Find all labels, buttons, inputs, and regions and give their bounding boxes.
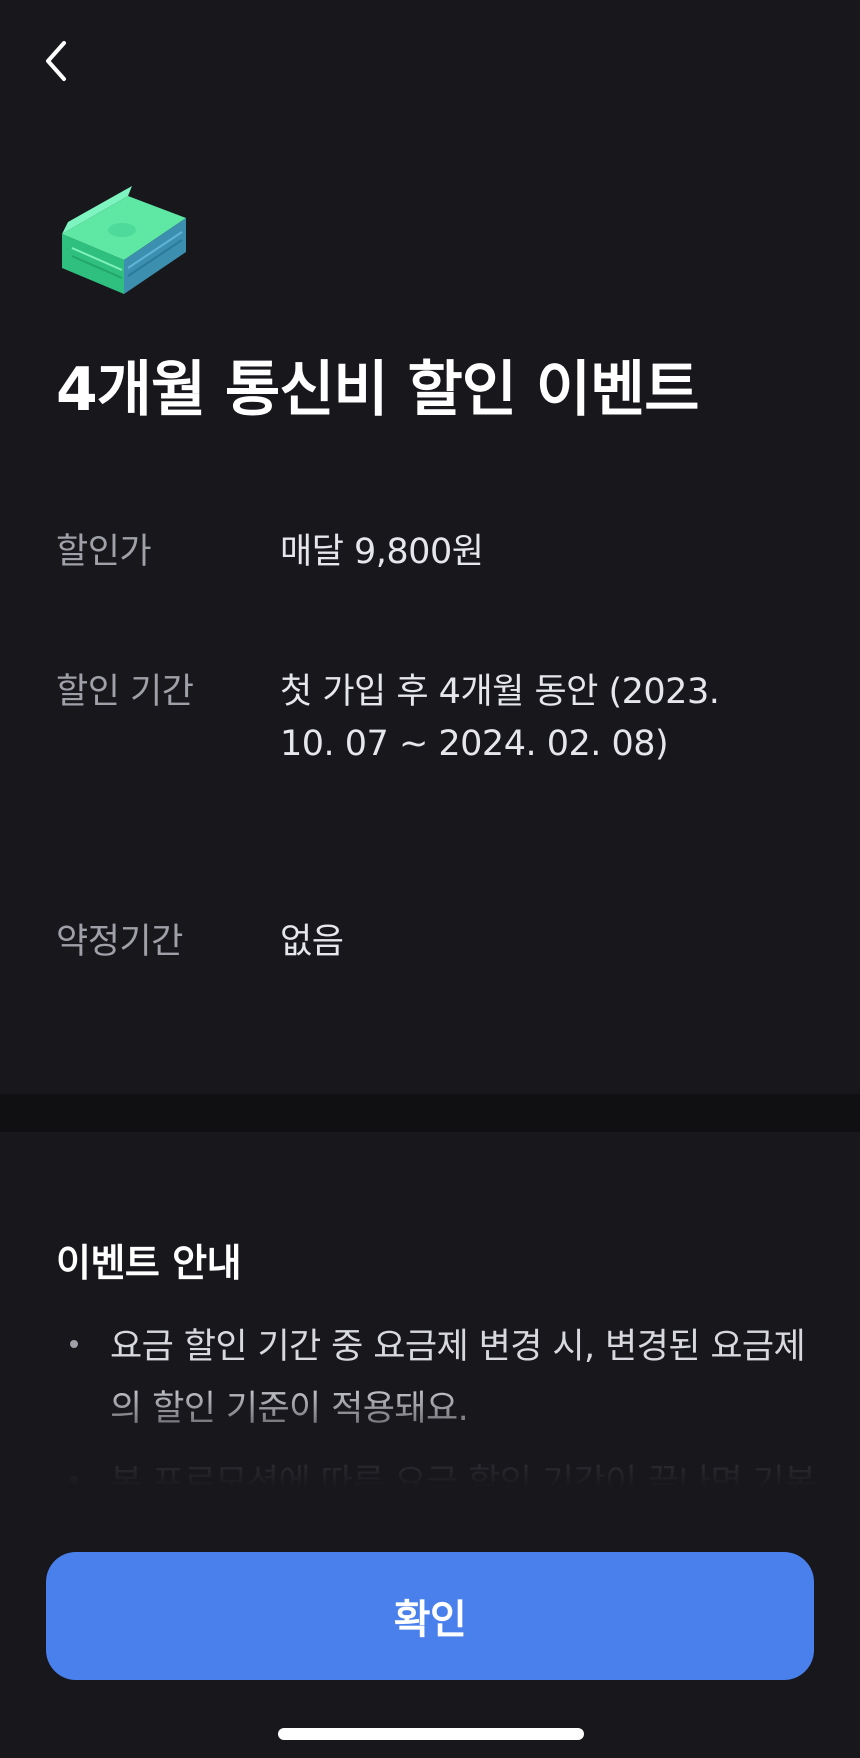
- contract-value: 없음: [280, 922, 344, 962]
- home-indicator: [278, 1728, 584, 1740]
- info-row-contract: 약정기간 없음: [56, 916, 816, 968]
- period-value: 첫 가입 후 4개월 동안 (2023. 10. 07 ~ 2024. 02. …: [280, 672, 720, 764]
- chevron-left-icon: [46, 41, 66, 81]
- event-info-title: 이벤트 안내: [56, 1241, 242, 1285]
- info-row-period: 할인 기간 첫 가입 후 4개월 동안 (2023. 10. 07 ~ 2024…: [56, 666, 816, 770]
- bullet-icon: [70, 1340, 78, 1348]
- list-item: 요금 할인 기간 중 요금제 변경 시, 변경된 요금제의 할인 기준이 적용돼…: [56, 1316, 816, 1440]
- notice-text: 요금 할인 기간 중 요금제 변경 시, 변경된 요금제의 할인 기준이 적용돼…: [110, 1327, 806, 1429]
- confirm-button[interactable]: 확인: [46, 1552, 814, 1680]
- price-label: 할인가: [56, 532, 152, 572]
- event-notice-list: 요금 할인 기간 중 요금제 변경 시, 변경된 요금제의 할인 기준이 적용돼…: [56, 1316, 816, 1588]
- info-row-price: 할인가 매달 9,800원: [56, 526, 816, 578]
- page-title: 4개월 통신비 할인 이벤트: [56, 355, 699, 425]
- back-button[interactable]: [36, 36, 76, 86]
- contract-label: 약정기간: [56, 922, 183, 962]
- bullet-icon: [70, 1476, 78, 1484]
- period-label: 할인 기간: [56, 672, 194, 712]
- price-value: 매달 9,800원: [280, 532, 484, 572]
- money-stack-icon: [62, 186, 186, 294]
- section-divider: [0, 1094, 860, 1132]
